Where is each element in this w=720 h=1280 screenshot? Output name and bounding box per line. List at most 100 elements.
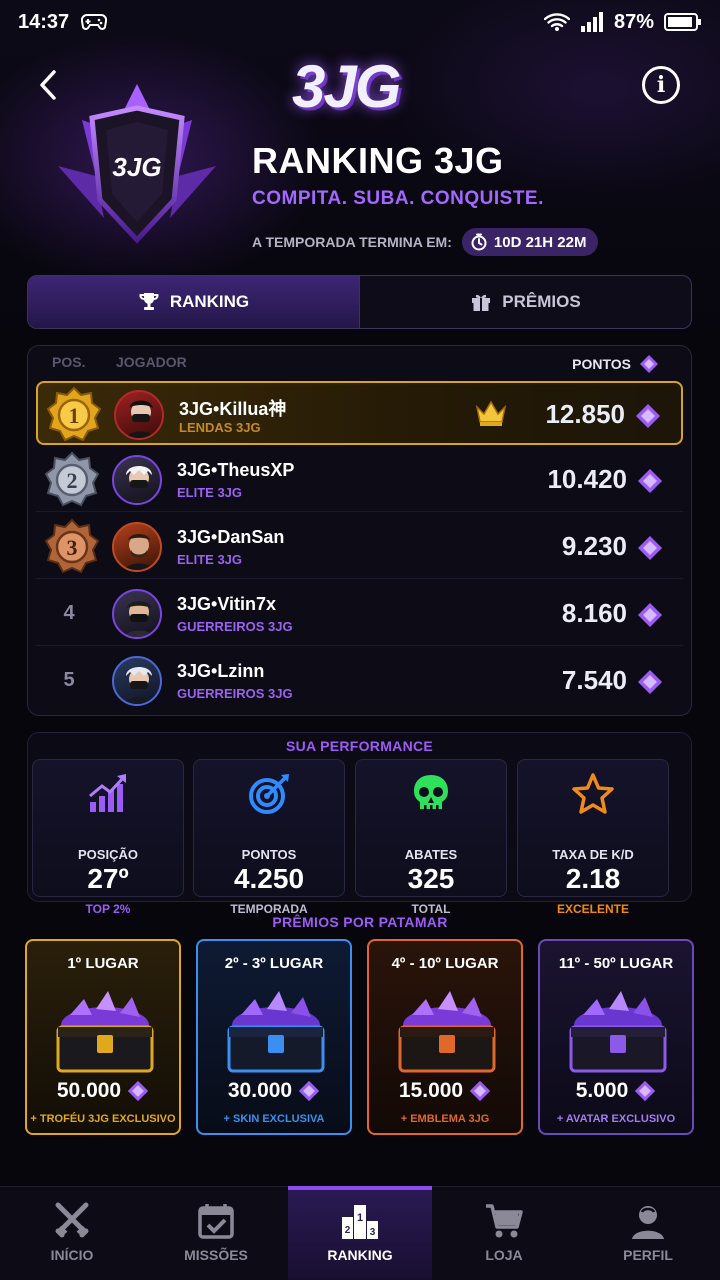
gem-icon [640,355,658,373]
info-button[interactable]: i [642,66,680,104]
user-icon [632,1206,664,1239]
prize-tier-label: 1º LUGAR [67,955,139,972]
row-rank: 3 [67,535,78,560]
crown-icon [475,400,507,426]
svg-text:1: 1 [357,1212,363,1224]
stat-card-points: PONTOS 4.250 TEMPORADA [193,759,345,916]
gamepad-icon [81,14,108,30]
prize-tier-label: 2º - 3º LUGAR [224,955,324,972]
app-logo: 3JG [292,53,401,120]
silver-medal-icon: 2 [44,451,100,507]
player-team: GUERREIROS 3JG [177,619,293,634]
player-avatar-image [123,466,155,503]
season-info: A TEMPORADA TERMINA EM: 10D 21H 22M [252,228,599,256]
chest-icon [398,991,496,1073]
star-icon [572,773,614,814]
nav-label: PERFIL [623,1247,673,1263]
table-row[interactable]: 1 3JG•Killua神 LENDAS 3JG 12.850 [36,381,683,445]
battery-percent: 87% [613,10,654,33]
player-name: 3JG•DanSan [177,527,285,547]
wifi-icon [543,13,570,31]
tab-ranking[interactable]: RANKING [28,276,360,328]
table-row[interactable]: 3 3JG•DanSan ELITE 3JG 9.230 [36,515,683,579]
player-team: ELITE 3JG [177,552,243,567]
gem-icon [469,1080,491,1102]
avatar [112,455,162,505]
prize-bonus: + SKIN EXCLUSIVA [223,1113,325,1125]
row-rank: 2 [67,468,78,493]
player-team: LENDAS 3JG [179,420,261,435]
tab-bar: RANKING PRÊMIOS [27,275,692,329]
nav-item-perfil[interactable]: PERFIL [576,1187,720,1280]
gem-icon [638,670,662,694]
player-name: 3JG•Lzinn [177,661,265,681]
avatar [114,390,164,440]
header-player: JOGADOR [116,354,187,370]
header-pos: POS. [52,354,86,370]
table-row[interactable]: 2 3JG•TheusXP ELITE 3JG 10.420 [36,448,683,512]
player-points: 10.420 [547,464,627,494]
table-row[interactable]: 5 3JG•Lzinn GUERREIROS 3JG 7.540 [36,649,683,713]
table-row[interactable]: 4 3JG•Vitin7x GUERREIROS 3JG 8.160 [36,582,683,646]
prize-amount-value: 5.000 [575,1079,629,1102]
prize-tier-card[interactable]: 11º - 50º LUGAR 5.000 + AVATAR EXCLUSIVO [538,939,694,1135]
tab-premios[interactable]: PRÊMIOS [360,276,691,328]
prize-bonus: + AVATAR EXCLUSIVO [556,1113,676,1125]
row-rank: 4 [63,602,75,624]
prize-amount-value: 30.000 [227,1079,293,1102]
skull-icon [414,775,448,810]
header-points-label: PONTOS [572,356,631,372]
chest-icon [569,991,667,1073]
stat-value: 4.250 [233,863,305,894]
prize-tier-card[interactable]: 4º - 10º LUGAR 15.000 + EMBLEMA 3JG [367,939,523,1135]
svg-text:3: 3 [370,1227,376,1238]
bronze-medal-icon: 3 [44,518,100,574]
gold-medal-icon: 1 [46,386,102,442]
nav-label: INÍCIO [50,1247,94,1263]
nav-label: RANKING [327,1247,393,1263]
status-bar: 14:37 87% [0,0,720,44]
player-name: 3JG•Killua神 [179,399,287,419]
player-avatar-image [123,667,155,704]
ranking-table: POS. JOGADOR PONTOS 1 3JG•Killua神 LENDAS… [27,345,692,716]
prize-tier-card[interactable]: 1º LUGAR 50.000 + TROFÉU 3JG EXCLUSIVO [25,939,181,1135]
stat-value: 27º [87,863,129,894]
stat-label: ABATES [404,847,458,862]
gift-icon [472,294,491,311]
gem-icon [298,1080,320,1102]
stat-card-position: POSIÇÃO 27º TOP 2% [32,759,184,916]
prize-tier-label: 4º - 10º LUGAR [391,955,499,972]
gem-icon [636,404,660,428]
info-icon: i [656,72,666,98]
calendar-check-icon [198,1204,234,1239]
prize-amount: 15.000 [369,1079,521,1103]
nav-item-ranking[interactable]: 12 3 RANKING [288,1186,432,1280]
prize-amount: 5.000 [540,1079,692,1103]
player-name: 3JG•Vitin7x [177,594,277,614]
player-team: ELITE 3JG [177,485,243,500]
stat-label: PONTOS [241,847,297,862]
row-rank: 5 [63,669,75,691]
target-icon [249,774,289,814]
gem-icon [635,1080,656,1102]
prize-tier-label: 11º - 50º LUGAR [558,955,674,972]
nav-item-inicio[interactable]: INÍCIO [0,1187,144,1280]
nav-item-loja[interactable]: LOJA [432,1187,576,1280]
nav-item-missoes[interactable]: MISSÕES [144,1187,288,1280]
gem-icon [638,469,662,493]
tab-ranking-label: RANKING [169,292,250,311]
signal-icon [580,12,603,32]
chest-icon [56,991,154,1073]
prize-tier-card[interactable]: 2º - 3º LUGAR 30.000 + SKIN EXCLUSIVA [196,939,352,1135]
prizes-title: PRÊMIOS POR PATAMAR [272,914,448,930]
ranking-emblem: 3JG [58,84,216,244]
row-rank: 1 [69,403,80,428]
prize-bonus: + EMBLEMA 3JG [400,1113,490,1125]
avatar [112,589,162,639]
stat-value: 2.18 [565,863,621,894]
ranking-header: POS. JOGADOR PONTOS [28,354,691,376]
chest-icon [227,991,325,1073]
stat-label: TAXA DE K/D [552,847,634,862]
stat-value: 325 [407,863,455,894]
header-points: PONTOS [572,354,659,374]
